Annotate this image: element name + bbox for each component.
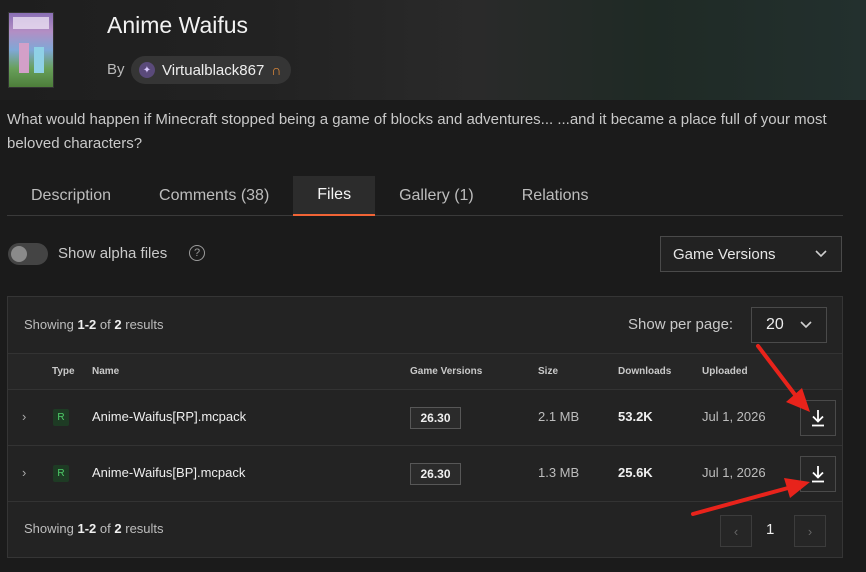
per-page-select[interactable]: 20 bbox=[751, 307, 827, 343]
column-game-versions: Game Versions bbox=[410, 366, 483, 377]
upload-date: Jul 1, 2026 bbox=[702, 465, 766, 480]
column-uploaded[interactable]: Uploaded bbox=[702, 366, 748, 377]
author-avatar-icon: ✦ bbox=[139, 62, 155, 78]
author-link[interactable]: ✦ Virtualblack867 ∩ bbox=[131, 56, 292, 84]
download-count: 25.6K bbox=[618, 465, 653, 480]
chevron-down-icon bbox=[815, 247, 827, 261]
files-table-header: Type Name Game Versions Size Downloads U… bbox=[8, 353, 842, 390]
game-versions-select-label: Game Versions bbox=[673, 245, 776, 263]
file-name-link[interactable]: Anime-Waifus[RP].mcpack bbox=[92, 409, 246, 424]
download-icon bbox=[812, 466, 824, 483]
table-row[interactable]: › R Anime-Waifus[RP].mcpack 26.30 2.1 MB… bbox=[8, 390, 842, 446]
table-row[interactable]: › R Anime-Waifus[BP].mcpack 26.30 1.3 MB… bbox=[8, 446, 842, 502]
results-count-top: Showing 1-2 of 2 results bbox=[24, 317, 164, 332]
game-versions-select[interactable]: Game Versions bbox=[660, 236, 842, 272]
project-thumbnail bbox=[8, 12, 54, 88]
file-name-link[interactable]: Anime-Waifus[BP].mcpack bbox=[92, 465, 245, 480]
project-header: Anime Waifus By ✦ Virtualblack867 ∩ bbox=[0, 0, 866, 100]
chevron-right-icon[interactable]: › bbox=[22, 409, 26, 424]
by-label: By bbox=[107, 61, 125, 78]
column-type: Type bbox=[52, 366, 75, 377]
per-page-value: 20 bbox=[766, 316, 784, 333]
chevron-right-icon: › bbox=[807, 523, 813, 539]
project-page: Anime Waifus By ✦ Virtualblack867 ∩ What… bbox=[0, 0, 866, 572]
chevron-right-icon[interactable]: › bbox=[22, 465, 26, 480]
download-button[interactable] bbox=[800, 400, 836, 436]
download-count: 53.2K bbox=[618, 409, 653, 424]
author-name: Virtualblack867 bbox=[162, 61, 265, 79]
show-alpha-toggle[interactable] bbox=[8, 243, 48, 265]
results-count-bottom: Showing 1-2 of 2 results bbox=[24, 521, 164, 536]
project-title: Anime Waifus bbox=[107, 12, 249, 38]
release-type-badge: R bbox=[53, 465, 69, 482]
file-size: 2.1 MB bbox=[538, 409, 580, 424]
download-icon bbox=[812, 410, 824, 427]
files-panel: Showing 1-2 of 2 results Show per page: … bbox=[7, 296, 843, 558]
tab-relations[interactable]: Relations bbox=[498, 176, 613, 216]
current-page-number[interactable]: 1 bbox=[766, 521, 774, 538]
author-badge-icon: ∩ bbox=[271, 62, 282, 78]
game-version-badge: 26.30 bbox=[410, 407, 461, 429]
column-downloads[interactable]: Downloads bbox=[618, 366, 671, 377]
chevron-left-icon: ‹ bbox=[733, 523, 739, 539]
download-button[interactable] bbox=[800, 456, 836, 492]
next-page-button[interactable]: › bbox=[794, 515, 826, 547]
tab-comments[interactable]: Comments (38) bbox=[135, 176, 293, 216]
chevron-down-icon bbox=[800, 316, 812, 334]
release-type-badge: R bbox=[53, 409, 69, 426]
help-icon[interactable]: ? bbox=[189, 245, 205, 261]
tab-files[interactable]: Files bbox=[293, 176, 376, 216]
toggle-knob bbox=[11, 246, 27, 262]
tab-gallery[interactable]: Gallery (1) bbox=[375, 176, 498, 216]
tab-description[interactable]: Description bbox=[7, 176, 135, 216]
project-description: What would happen if Minecraft stopped b… bbox=[7, 111, 827, 152]
game-version-badge: 26.30 bbox=[410, 463, 461, 485]
upload-date: Jul 1, 2026 bbox=[702, 409, 766, 424]
previous-page-button[interactable]: ‹ bbox=[720, 515, 752, 547]
file-size: 1.3 MB bbox=[538, 465, 580, 480]
show-alpha-label: Show alpha files bbox=[58, 245, 168, 262]
column-size[interactable]: Size bbox=[538, 366, 558, 377]
per-page-label: Show per page: bbox=[628, 316, 734, 333]
column-name[interactable]: Name bbox=[92, 366, 119, 377]
project-tabs: Description Comments (38) Files Gallery … bbox=[7, 176, 843, 216]
